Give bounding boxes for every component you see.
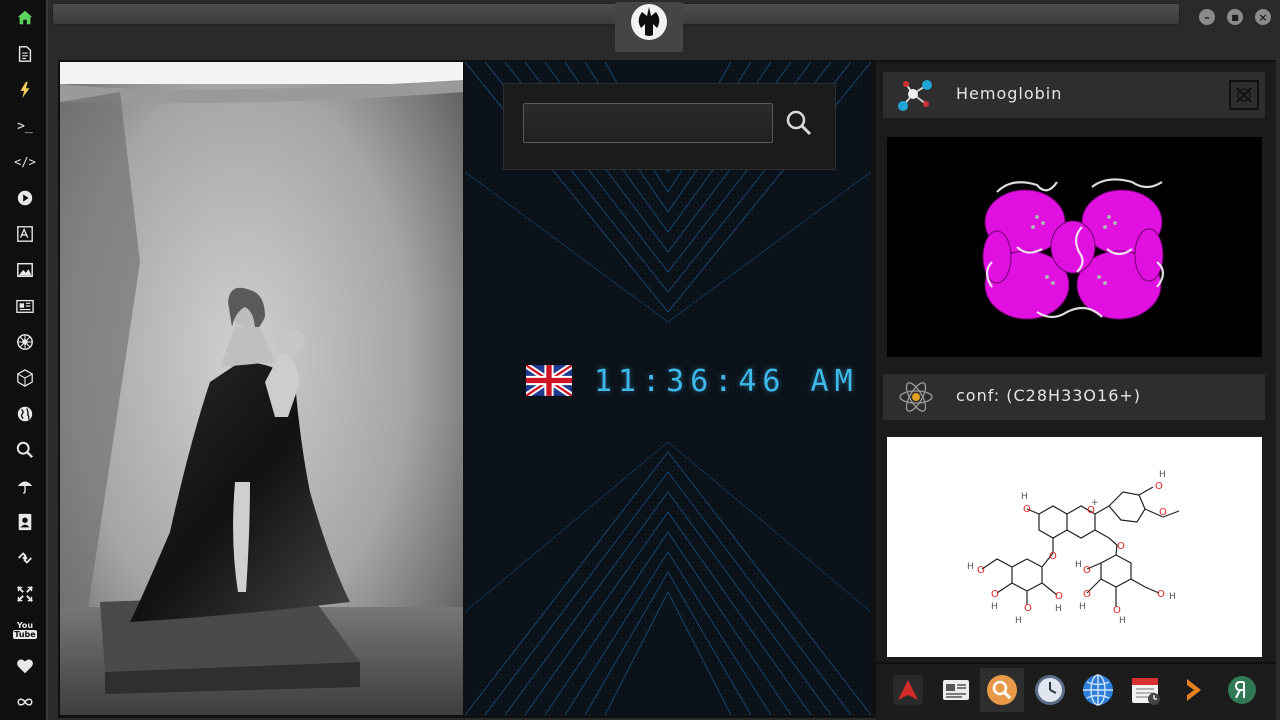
svg-text:O: O [1117, 541, 1125, 552]
news-icon[interactable] [13, 294, 37, 318]
play-icon[interactable] [13, 186, 37, 210]
search-icon[interactable] [13, 438, 37, 462]
svg-text:O: O [991, 589, 999, 600]
cube-icon[interactable] [13, 366, 37, 390]
code-icon[interactable]: </> [13, 150, 37, 174]
yandex-icon [1228, 676, 1256, 704]
close-icon [1236, 87, 1252, 103]
globe-icon[interactable] [13, 402, 37, 426]
compound-title: conf: (C28H33O16+) [956, 386, 1142, 405]
dock-item-yandex[interactable] [1220, 668, 1264, 712]
rebel-logo-tab[interactable] [615, 2, 683, 52]
svg-text:H: H [1169, 592, 1176, 602]
minimize-button[interactable]: – [1199, 9, 1215, 25]
clock-app-icon [1035, 675, 1065, 705]
arch-linux-icon [893, 675, 923, 705]
svg-text:H: H [1119, 616, 1126, 626]
svg-text:O: O [1113, 605, 1121, 616]
bw-portrait-photo [60, 62, 463, 715]
link-icon[interactable] [13, 546, 37, 570]
compound-structure-view[interactable]: O O O O O O O O O O O O O O H H H H H H … [887, 437, 1262, 657]
close-button[interactable]: × [1255, 9, 1271, 25]
image-icon[interactable] [13, 258, 37, 282]
svg-text:O: O [1083, 589, 1091, 600]
protein-header: Hemoglobin [883, 72, 1265, 118]
svg-text:O: O [1157, 589, 1165, 600]
protein-title: Hemoglobin [956, 84, 1063, 103]
chemical-structure-diagram: O O O O O O O O O O O O O O H H H H H H … [967, 470, 1180, 626]
svg-text:O: O [1049, 551, 1057, 562]
svg-text:O: O [1159, 507, 1167, 518]
atom-icon [899, 382, 933, 412]
document-icon[interactable] [13, 42, 37, 66]
svg-text:O: O [1023, 504, 1031, 515]
app-sidebar: >_ </> You Tube [0, 0, 48, 720]
svg-text:+: + [1091, 498, 1099, 508]
svg-text:O: O [1155, 481, 1163, 492]
dock-item-browser[interactable] [1076, 668, 1120, 712]
arrow-app-icon [1187, 679, 1201, 701]
clock-time: 11:36:46 AM [594, 364, 859, 399]
svg-text:O: O [1055, 591, 1063, 602]
globe-browser-icon [1083, 674, 1113, 706]
translate-icon[interactable] [13, 222, 37, 246]
dock-item-calendar[interactable] [1124, 668, 1168, 712]
dock-bar [876, 664, 1276, 720]
svg-text:H: H [1021, 492, 1028, 502]
svg-text:H: H [991, 602, 998, 612]
compound-header: conf: (C28H33O16+) [883, 374, 1265, 420]
svg-text:H: H [1159, 470, 1166, 480]
hemoglobin-ribbon-model [982, 178, 1165, 320]
contacts-icon[interactable] [13, 510, 37, 534]
magnifier-icon [786, 110, 812, 136]
umbrella-icon[interactable] [13, 474, 37, 498]
infinity-icon[interactable] [13, 690, 37, 714]
dock-item-arrow[interactable] [1172, 668, 1216, 712]
expand-icon[interactable] [13, 582, 37, 606]
uk-flag-icon[interactable] [526, 365, 572, 396]
news-reader-icon [943, 680, 969, 700]
search-input[interactable] [523, 103, 773, 143]
molecule-icon [898, 80, 932, 111]
svg-text:O: O [1083, 565, 1091, 576]
close-panel-button[interactable] [1229, 80, 1259, 110]
svg-text:H: H [1055, 604, 1062, 614]
svg-text:H: H [1015, 616, 1022, 626]
heart-icon[interactable] [13, 654, 37, 678]
maximize-button[interactable]: ■ [1227, 9, 1243, 25]
rebel-alliance-icon [631, 4, 667, 40]
calendar-icon [1132, 678, 1160, 705]
sidebar-divider [46, 0, 48, 720]
search-widget [503, 83, 836, 170]
home-icon[interactable] [13, 6, 37, 30]
dock-item-arch-linux[interactable] [886, 668, 930, 712]
svg-text:O: O [977, 565, 985, 576]
search-app-icon [987, 675, 1017, 705]
terminal-icon[interactable]: >_ [13, 114, 37, 138]
dock-item-news-reader[interactable] [934, 668, 978, 712]
protein-3d-view[interactable] [887, 137, 1262, 357]
svg-text:H: H [1075, 560, 1082, 570]
empire-icon[interactable] [13, 330, 37, 354]
dock-item-search[interactable] [980, 668, 1024, 712]
photo-panel [60, 62, 463, 715]
youtube-icon[interactable]: You Tube [13, 618, 37, 642]
svg-text:H: H [1079, 602, 1086, 612]
bolt-icon[interactable] [13, 78, 37, 102]
svg-text:H: H [967, 562, 974, 572]
search-button[interactable] [784, 108, 814, 138]
svg-text:O: O [1024, 603, 1032, 614]
dock-item-clock[interactable] [1028, 668, 1072, 712]
